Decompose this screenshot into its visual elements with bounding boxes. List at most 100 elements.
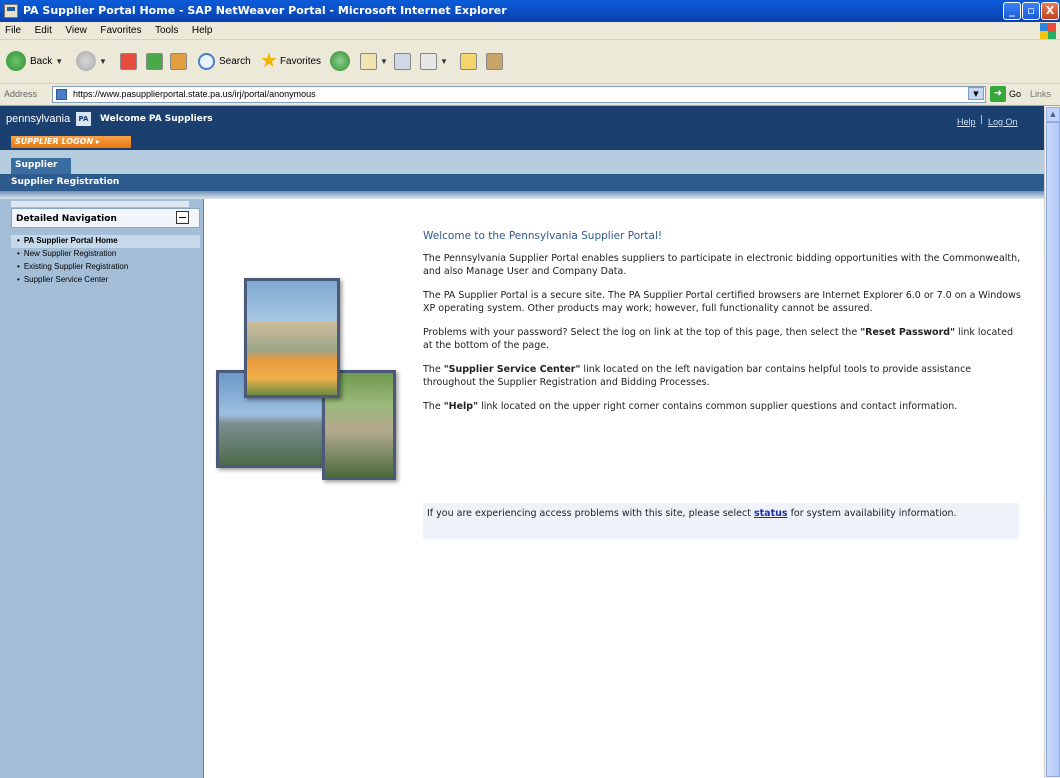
stop-button[interactable] (120, 48, 137, 74)
portal-header: pennsylvania PA Welcome PA Suppliers Hel… (0, 106, 1044, 134)
browser-paragraph: The PA Supplier Portal is a secure site.… (423, 290, 1021, 314)
welcome-text: Welcome PA Suppliers (100, 114, 213, 124)
help-text-pre: The (423, 401, 444, 412)
tabs-row: Supplier (0, 150, 1044, 174)
history-icon (330, 51, 350, 71)
collapse-icon[interactable] (176, 211, 189, 224)
close-button[interactable]: X (1041, 2, 1059, 20)
menu-edit[interactable]: Edit (30, 22, 57, 36)
notice-text-pre: If you are experiencing access problems … (427, 508, 754, 519)
forward-button[interactable]: ▼ (76, 48, 107, 74)
supplier-logon-button[interactable]: SUPPLIER LOGON ▸ (11, 136, 131, 148)
mail-button[interactable]: ▼ (360, 48, 388, 74)
capitol-building-photo (244, 278, 340, 398)
bullet-icon: • (17, 249, 20, 258)
chevron-down-icon: ▼ (99, 56, 107, 66)
welcome-text-area: Welcome to the Pennsylvania Supplier Por… (423, 230, 1023, 424)
back-button[interactable]: Back ▼ (6, 48, 63, 74)
research-button[interactable] (486, 48, 503, 74)
window-title: PA Supplier Portal Home - SAP NetWeaver … (23, 4, 507, 17)
print-button[interactable] (394, 48, 411, 74)
browser-toolbar: Back ▼ ▼ Search ★ Favorites ▼ ▼ (0, 40, 1060, 84)
go-arrow-icon: ➜ (990, 86, 1006, 102)
refresh-button[interactable] (146, 48, 163, 74)
nav-item-label: PA Supplier Portal Home (23, 236, 118, 245)
home-button[interactable] (170, 48, 187, 74)
nav-item-pa-supplier-portal-home[interactable]: • PA Supplier Portal Home (11, 235, 200, 248)
intro-paragraph: The Pennsylvania Supplier Portal enables… (423, 253, 1021, 277)
minimize-button[interactable]: _ (1003, 2, 1021, 20)
nav-panel-header: Detailed Navigation (11, 208, 200, 228)
nav-item-label: Supplier Service Center (23, 275, 109, 284)
nav-item-new-supplier-registration[interactable]: • New Supplier Registration (11, 248, 200, 261)
password-text-pre: Problems with your password? Select the … (423, 327, 861, 338)
maximize-button[interactable]: ▫ (1022, 2, 1040, 20)
address-bar: Address https://www.pasupplierportal.sta… (0, 84, 1060, 106)
status-notice: If you are experiencing access problems … (423, 503, 1019, 539)
tab-supplier[interactable]: Supplier (11, 158, 71, 174)
favorites-label: Favorites (279, 55, 322, 67)
go-button[interactable]: ➜ Go (990, 86, 1021, 102)
chevron-down-icon: ▼ (380, 56, 388, 66)
forward-arrow-icon (76, 51, 96, 71)
print-icon (394, 52, 411, 70)
notice-text-post: for system availability information. (787, 508, 957, 519)
pennsylvania-logo-text: pennsylvania (6, 113, 71, 125)
nav-item-existing-supplier-registration[interactable]: • Existing Supplier Registration (11, 261, 200, 274)
status-link[interactable]: status (754, 508, 788, 519)
nav-item-supplier-service-center[interactable]: • Supplier Service Center (11, 274, 200, 287)
search-button[interactable]: Search (198, 48, 251, 74)
menu-file[interactable]: File (0, 22, 26, 36)
nav-item-label: Existing Supplier Registration (23, 262, 129, 271)
history-button[interactable] (330, 48, 350, 74)
header-divider (0, 191, 1044, 199)
scroll-up-icon[interactable]: ▲ (1046, 107, 1060, 122)
star-icon: ★ (260, 50, 278, 72)
folder-button[interactable] (460, 48, 477, 74)
bullet-icon: • (17, 236, 20, 245)
ie-app-icon (4, 4, 18, 18)
back-arrow-icon (6, 51, 26, 71)
search-label: Search (219, 55, 251, 67)
scrollbar-thumb[interactable] (1046, 122, 1060, 777)
vertical-scrollbar[interactable]: ▲ (1044, 106, 1060, 778)
menu-help[interactable]: Help (187, 22, 218, 36)
menu-favorites[interactable]: Favorites (95, 22, 146, 36)
page-icon (56, 89, 67, 100)
research-icon (486, 52, 503, 70)
help-bold: "Help" (443, 401, 479, 412)
window-title-bar: PA Supplier Portal Home - SAP NetWeaver … (0, 0, 1060, 22)
menu-tools[interactable]: Tools (150, 22, 183, 36)
logon-strip: SUPPLIER LOGON ▸ (0, 134, 1044, 150)
log-on-link[interactable]: Log On (988, 117, 1018, 127)
address-url: https://www.pasupplierportal.state.pa.us… (73, 89, 316, 99)
menu-view[interactable]: View (60, 22, 92, 36)
edit-icon (420, 52, 437, 70)
bullet-icon: • (17, 275, 20, 284)
address-input[interactable]: https://www.pasupplierportal.state.pa.us… (52, 86, 986, 103)
nav-panel-tabs[interactable] (11, 201, 189, 207)
folder-icon (460, 52, 477, 70)
nav-panel-title: Detailed Navigation (16, 214, 117, 224)
service-center-bold: "Supplier Service Center" (443, 364, 581, 375)
main-content: Welcome to the Pennsylvania Supplier Por… (205, 199, 1044, 778)
windows-flag-icon (1040, 23, 1056, 39)
links-button[interactable]: Links (1030, 89, 1051, 99)
address-dropdown-chevron-down-icon[interactable]: ▼ (968, 87, 984, 100)
subnav-supplier-registration[interactable]: Supplier Registration (11, 177, 119, 187)
keystone-logo-icon: PA (76, 112, 91, 126)
service-center-paragraph: The "Supplier Service Center" link locat… (423, 363, 1023, 389)
menu-bar: File Edit View Favorites Tools Help (0, 22, 1060, 40)
help-paragraph: The "Help" link located on the upper rig… (423, 400, 1023, 413)
edit-button[interactable]: ▼ (420, 48, 448, 74)
favorites-button[interactable]: ★ Favorites (260, 48, 321, 74)
help-link[interactable]: Help (957, 117, 976, 127)
detailed-navigation-panel: Detailed Navigation • PA Supplier Portal … (0, 199, 204, 778)
search-icon (198, 52, 215, 70)
stop-icon (120, 52, 137, 70)
pennsylvania-photo-collage (216, 270, 396, 484)
chevron-down-icon: ▼ (440, 56, 448, 66)
password-paragraph: Problems with your password? Select the … (423, 326, 1023, 352)
bullet-icon: • (17, 262, 20, 271)
back-label: Back (30, 55, 53, 67)
